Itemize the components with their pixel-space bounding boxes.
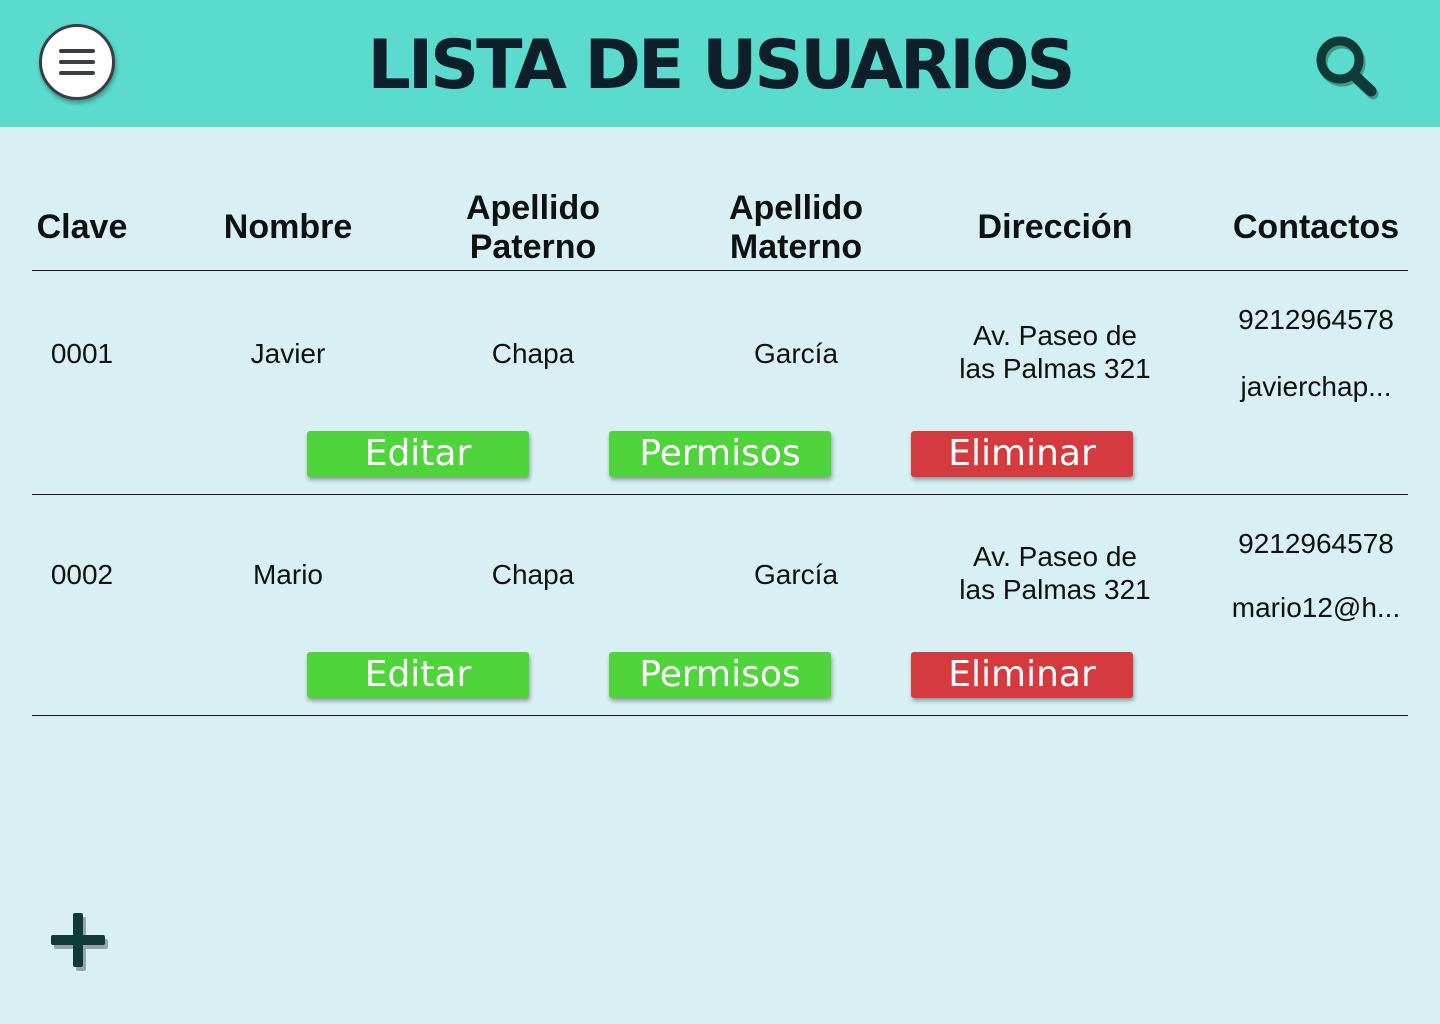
permissions-button[interactable]: Permisos [609,652,831,698]
cell-apellido-materno: García [753,559,839,590]
column-header-apellido-materno-line2: Materno [729,228,863,266]
cell-direccion: Av. Paseo de las Palmas 321 [935,319,1175,385]
cell-apellido-materno: García [753,338,839,369]
column-header-direccion: Dirección [977,208,1133,246]
cell-direccion: Av. Paseo de las Palmas 321 [935,540,1175,606]
delete-button[interactable]: Eliminar [911,431,1133,477]
cell-telefono: 9212964578 [1238,304,1394,335]
search-icon [1316,36,1379,100]
row-divider [32,494,1408,495]
delete-button[interactable]: Eliminar [911,652,1133,698]
cell-email: javierchap... [1240,371,1392,402]
column-header-contactos: Contactos [1232,208,1400,246]
column-header-apellido-paterno-line1: Apellido [465,189,601,227]
cell-clave: 0001 [50,338,114,369]
page-title: LISTA DE USUARIOS [367,26,1076,105]
column-header-nombre: Nombre [223,208,353,246]
cell-direccion-line1: Av. Paseo de [973,541,1137,572]
column-header-clave: Clave [36,208,128,246]
column-header-apellido-materno-line1: Apellido [728,189,864,227]
cell-apellido-paterno: Chapa [491,559,575,590]
header-divider [32,270,1408,271]
cell-nombre: Mario [252,559,323,590]
cell-nombre: Javier [250,338,326,369]
search-button[interactable] [1308,30,1384,102]
cell-direccion-line2: las Palmas 321 [959,353,1151,384]
permissions-button[interactable]: Permisos [609,431,831,477]
cell-direccion-line1: Av. Paseo de [973,320,1137,351]
add-user-button[interactable] [48,910,112,974]
edit-button[interactable]: Editar [307,431,529,477]
plus-icon [51,913,108,971]
cell-email: mario12@h... [1231,592,1401,623]
row-divider [32,715,1408,716]
cell-direccion-line2: las Palmas 321 [959,574,1151,605]
cell-apellido-paterno: Chapa [491,338,575,369]
column-header-apellido-materno: Apellido Materno [696,189,896,267]
cell-clave: 0002 [50,559,114,590]
top-bar: LISTA DE USUARIOS [0,0,1440,127]
column-header-apellido-paterno-line2: Paterno [469,228,597,266]
column-header-apellido-paterno: Apellido Paterno [433,189,633,267]
cell-telefono: 9212964578 [1238,528,1394,559]
edit-button[interactable]: Editar [307,652,529,698]
